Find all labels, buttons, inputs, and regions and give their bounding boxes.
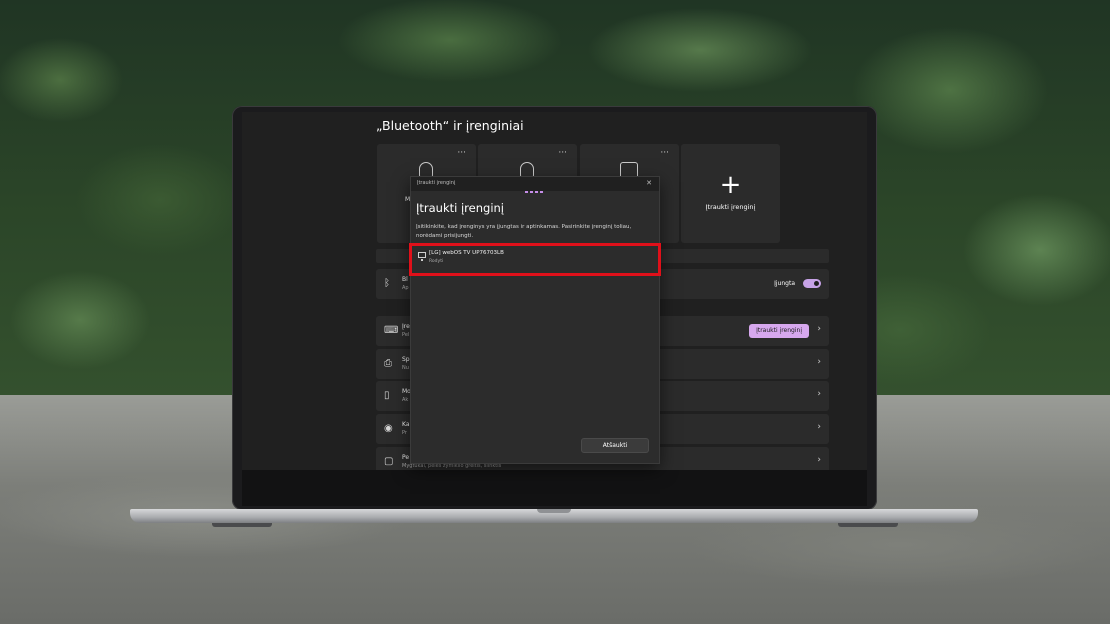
add-device-card[interactable]: + Įtraukti įrenginį: [681, 144, 780, 243]
printer-icon: ⎙: [384, 358, 392, 369]
dialog-titlebar-text: Įtraukti įrenginį: [417, 180, 456, 186]
chevron-right-icon: ›: [817, 357, 821, 367]
highlight-annotation: [409, 243, 661, 276]
laptop-foot-left: [212, 523, 272, 527]
chevron-right-icon: ›: [817, 324, 821, 334]
chevron-right-icon: ›: [817, 455, 821, 465]
more-options-icon[interactable]: ···: [457, 148, 466, 158]
more-options-icon[interactable]: ···: [660, 148, 669, 158]
devices-icon: ⌨: [384, 325, 399, 336]
mouse-icon: ▢: [384, 456, 394, 467]
more-options-icon[interactable]: ···: [558, 148, 567, 158]
dialog-description: Įsitikinkite, kad įrenginys yra įjungtas…: [416, 224, 632, 239]
laptop-notch: [537, 509, 571, 513]
add-device-dialog: Įtraukti įrenginį ✕ Įtraukti įrenginį Įs…: [410, 176, 660, 464]
dialog-heading: Įtraukti įrenginį: [416, 201, 504, 215]
plus-icon: +: [719, 170, 742, 200]
row-title: Pe: [402, 454, 410, 461]
add-device-card-label: Įtraukti įrenginį: [705, 203, 756, 211]
row-subtitle: Pr: [402, 430, 407, 436]
dialog-titlebar[interactable]: Įtraukti įrenginį ✕: [411, 177, 659, 191]
add-device-button[interactable]: Įtraukti įrenginį: [749, 324, 809, 338]
row-subtitle: Nu: [402, 365, 409, 371]
page-title: „Bluetooth“ ir įrenginiai: [376, 118, 524, 133]
row-subtitle: Pel: [402, 332, 410, 338]
bluetooth-toggle-label: Įjungta: [774, 280, 795, 287]
bluetooth-toggle[interactable]: [803, 279, 821, 288]
laptop-foot-right: [838, 523, 898, 527]
close-icon[interactable]: ✕: [646, 179, 652, 188]
chevron-right-icon: ›: [817, 422, 821, 432]
cancel-button[interactable]: Atšaukti: [581, 438, 649, 453]
camera-icon: ◉: [384, 423, 393, 434]
bluetooth-icon: ᛒ: [384, 278, 390, 289]
searching-progress-indicator: [525, 191, 543, 193]
row-subtitle: Ak: [402, 397, 409, 403]
screen-bezel-bottom: [242, 470, 867, 506]
row-title: Sp: [402, 356, 410, 363]
row-subtitle: Ap: [402, 285, 409, 291]
row-title: Ka: [402, 421, 410, 428]
row-title: Įre: [402, 323, 410, 330]
chevron-right-icon: ›: [817, 389, 821, 399]
row-title: Bl: [402, 276, 408, 283]
phone-icon: ▯: [384, 390, 390, 401]
